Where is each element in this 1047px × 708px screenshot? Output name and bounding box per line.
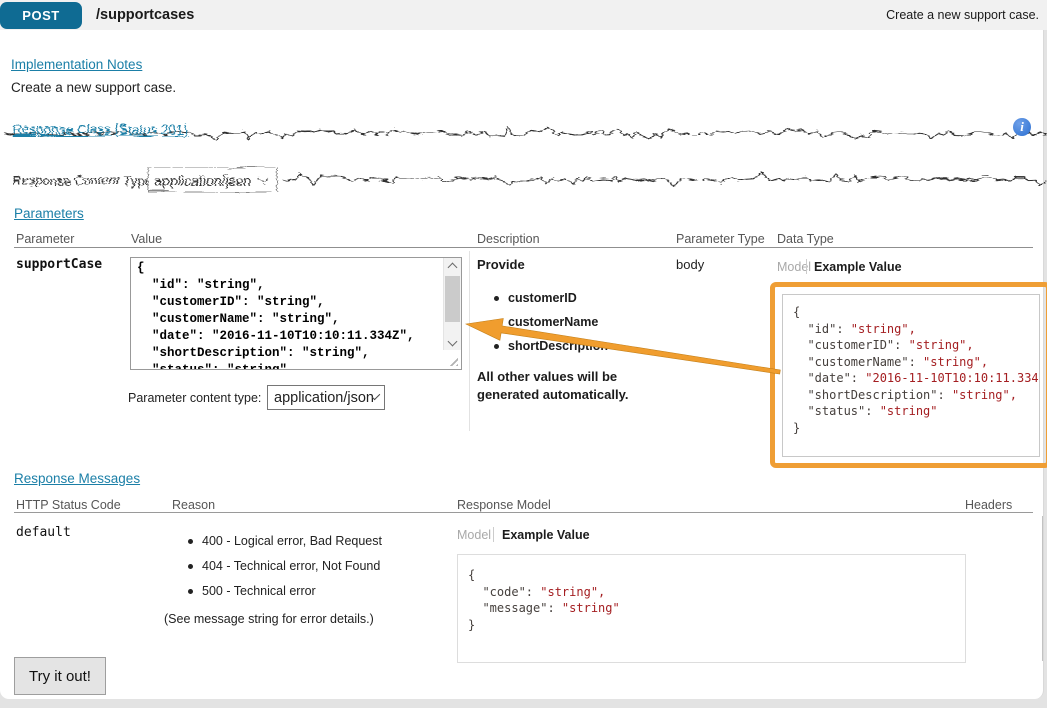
col-response-model: Response Model: [457, 498, 551, 512]
try-it-out-button[interactable]: Try it out!: [14, 657, 106, 695]
endpoint-path[interactable]: /supportcases: [96, 7, 194, 23]
response-tab-example-value[interactable]: Example Value: [502, 528, 590, 542]
parameter-name: supportCase: [16, 257, 102, 272]
response-content-type-label: Response Content Type:: [11, 172, 154, 187]
description-outro: All other values will be generated autom…: [477, 368, 639, 404]
reason-list: 400 - Logical error, Bad Request 404 - Te…: [188, 534, 382, 609]
chevron-down-icon: [448, 336, 458, 346]
response-content-type-select[interactable]: application/json: [146, 166, 276, 191]
operation-summary: Create a new support case.: [886, 8, 1039, 22]
implementation-notes-heading: Implementation Notes: [11, 57, 142, 72]
parameter-content-type-label: Parameter content type:: [128, 391, 261, 405]
bullet-icon: [494, 296, 499, 301]
col-data-type: Data Type: [777, 232, 834, 246]
list-item: customerName: [494, 315, 608, 329]
panel-right-edge: [1042, 516, 1043, 661]
response-messages-header-rule: [14, 512, 1033, 513]
tab-separator: [806, 259, 807, 274]
col-http-status-code: HTTP Status Code: [16, 498, 121, 512]
parameter-content-type-select[interactable]: application/json: [267, 385, 385, 410]
parameters-header-rule: [14, 247, 1033, 248]
response-tab-model[interactable]: Model: [457, 528, 491, 542]
chevron-down-icon: [256, 171, 267, 182]
parameter-type-value: body: [676, 257, 704, 272]
tab-separator: [493, 527, 494, 542]
description-column-separator: [469, 251, 470, 431]
annotation-highlight-box: [770, 282, 1047, 468]
textarea-scrollbar[interactable]: [443, 258, 461, 350]
description-bullet-list: customerID customerName shortDescription: [494, 291, 608, 363]
bullet-icon: [494, 344, 499, 349]
col-reason: Reason: [172, 498, 215, 512]
list-item: shortDescription: [494, 339, 608, 353]
scroll-up-button[interactable]: [444, 258, 461, 274]
tab-example-value[interactable]: Example Value: [814, 260, 902, 274]
parameters-heading: Parameters: [14, 206, 84, 221]
col-description: Description: [477, 232, 540, 246]
implementation-notes-text: Create a new support case.: [11, 80, 176, 95]
textarea-resize-grip[interactable]: [448, 356, 458, 366]
response-messages-heading: Response Messages: [14, 471, 140, 486]
parameter-value-textarea[interactable]: { "id": "string", "customerID": "string"…: [130, 257, 462, 370]
parameter-content-type-value: application/json: [274, 390, 374, 406]
list-item: customerID: [494, 291, 608, 305]
list-item: 404 - Technical error, Not Found: [188, 559, 382, 573]
reason-note: (See message string for error details.): [164, 612, 374, 626]
col-parameter: Parameter: [16, 232, 74, 246]
col-parameter-type: Parameter Type: [676, 232, 765, 246]
list-item: 400 - Logical error, Bad Request: [188, 534, 382, 548]
response-model-codebox: { "code": "string", "message": "string"}: [457, 554, 966, 663]
response-class-heading: Response Class (Status 201): [11, 121, 187, 136]
status-code-default: default: [16, 525, 71, 540]
list-item: 500 - Technical error: [188, 584, 382, 598]
bullet-icon: [188, 589, 193, 594]
http-method-badge[interactable]: POST: [0, 2, 82, 29]
bullet-icon: [494, 320, 499, 325]
chevron-up-icon: [448, 263, 458, 273]
description-intro: Provide: [477, 257, 525, 272]
torn-section-response-content-type: Response Content Type: application/json: [0, 160, 1047, 196]
bullet-icon: [188, 539, 193, 544]
response-content-type-value: application/json: [153, 171, 250, 187]
swagger-operation-page: POST /supportcases Create a new support …: [0, 0, 1047, 708]
scroll-down-button[interactable]: [444, 334, 461, 350]
col-headers: Headers: [965, 498, 1012, 512]
operation-header-bar: POST /supportcases Create a new support …: [0, 0, 1047, 30]
torn-section-response-class: Response Class (Status 201): [0, 114, 1047, 146]
bullet-icon: [188, 564, 193, 569]
col-value: Value: [131, 232, 162, 246]
scrollbar-thumb[interactable]: [445, 276, 460, 322]
info-icon: i: [1013, 118, 1031, 136]
parameter-value-json: { "id": "string", "customerID": "string"…: [137, 260, 415, 370]
